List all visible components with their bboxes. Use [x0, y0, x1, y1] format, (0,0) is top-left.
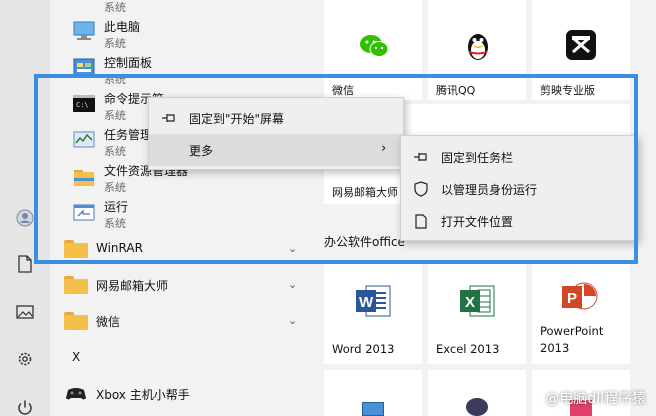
folder-icon [64, 276, 88, 294]
menu-item-run-as-admin[interactable]: 以管理员身份运行 [401, 173, 637, 205]
context-menu: 固定到"开始"屏幕 更多 › [148, 97, 404, 170]
tile-label: Word 2013 [332, 342, 395, 356]
svg-text:C:\: C:\ [76, 101, 89, 109]
qq-penguin-icon [468, 34, 488, 60]
excel-icon: X [460, 285, 495, 317]
run-dialog-icon [72, 202, 96, 224]
folder-name: 网易邮箱大师 [96, 279, 169, 293]
wechat-icon [360, 35, 389, 57]
app-subtitle: 系统 [104, 181, 126, 194]
document-icon [401, 213, 441, 229]
app-name: 运行 [104, 200, 129, 214]
tile-excel[interactable]: X Excel 2013 [428, 264, 526, 364]
menu-item-pin-to-start[interactable]: 固定到"开始"屏幕 [149, 102, 403, 134]
pin-icon [149, 112, 189, 124]
terminal-icon: C:\ [72, 93, 96, 115]
tile-label: Excel 2013 [436, 342, 500, 356]
menu-item-more[interactable]: 更多 › [149, 134, 403, 166]
list-item-mailmaster-folder[interactable]: 网易邮箱大师 ⌄ [50, 272, 312, 300]
power-icon[interactable] [13, 396, 37, 416]
tile-word[interactable]: W Word 2013 [324, 264, 422, 364]
app-subtitle: 系统 [104, 73, 126, 86]
app-subtitle: 系统 [104, 1, 126, 14]
menu-item-label: 以管理员身份运行 [441, 182, 538, 197]
folder-icon [64, 312, 88, 330]
menu-item-pin-to-taskbar[interactable]: 固定到任务栏 [401, 141, 637, 173]
tile-label: PowerPoint [540, 324, 604, 338]
tile-qq[interactable]: 腾讯QQ [428, 0, 526, 100]
list-item[interactable]: 系统 [50, 0, 312, 14]
tile-app-icon [466, 398, 488, 416]
app-subtitle: 系统 [104, 37, 126, 50]
folder-name: 微信 [96, 315, 121, 329]
folder-name: WinRAR [96, 241, 143, 255]
list-item-wechat-folder[interactable]: 微信 ⌄ [50, 308, 312, 336]
file-explorer-icon [72, 166, 96, 188]
computer-icon [72, 20, 96, 42]
tile-label: 微信 [332, 84, 354, 97]
list-group-header[interactable]: X [50, 344, 312, 372]
tile-label: 腾讯QQ [436, 84, 476, 97]
svg-text:W: W [359, 294, 374, 311]
tile-powerpoint[interactable]: P PowerPoint 2013 [532, 264, 630, 364]
app-list: 系统 此电脑 系统 控制面板 系统 C:\ 命令提示符 系统 任务管理器 系统 … [50, 0, 312, 416]
tile-group-title: 办公软件office [324, 235, 405, 249]
pictures-icon[interactable] [13, 300, 37, 324]
menu-item-label: 固定到任务栏 [441, 150, 514, 165]
submenu-more: 固定到任务栏 以管理员身份运行 打开文件位置 [400, 135, 638, 241]
menu-item-label: 打开文件位置 [441, 214, 514, 229]
tile-app-icon [362, 402, 384, 416]
word-icon: W [356, 285, 391, 317]
menu-item-label: 更多 [189, 143, 214, 158]
jianying-icon [566, 30, 596, 60]
chevron-right-icon: › [381, 141, 387, 156]
document-icon[interactable] [13, 252, 37, 276]
tile-partial[interactable] [324, 370, 422, 416]
shield-icon [401, 181, 441, 197]
list-item-this-pc[interactable]: 此电脑 系统 [50, 16, 312, 52]
task-manager-icon [72, 129, 96, 151]
list-item-winrar-folder[interactable]: WinRAR ⌄ [50, 236, 312, 264]
pin-icon [401, 151, 441, 163]
chevron-down-icon[interactable]: ⌄ [288, 278, 297, 291]
tile-partial[interactable] [428, 370, 526, 416]
user-avatar-icon[interactable] [13, 206, 37, 230]
app-name: Xbox 主机小帮手 [96, 388, 190, 402]
xbox-controller-icon [64, 384, 88, 406]
app-subtitle: 系统 [104, 109, 126, 122]
list-item-run[interactable]: 运行 系统 [50, 196, 312, 232]
list-item-xbox[interactable]: Xbox 主机小帮手 [50, 380, 312, 408]
list-item-control-panel[interactable]: 控制面板 系统 [50, 52, 312, 88]
tile-label: 网易邮箱大师 [332, 186, 398, 199]
powerpoint-icon: P [562, 282, 598, 310]
app-name: 此电脑 [104, 20, 141, 34]
app-subtitle: 系统 [104, 145, 126, 158]
svg-text:X: X [465, 294, 475, 311]
start-rail [0, 0, 50, 416]
folder-icon [64, 240, 88, 258]
control-panel-icon [72, 57, 96, 79]
watermark: @电脑dll程序猿 [545, 391, 646, 407]
settings-gear-icon[interactable] [13, 347, 37, 371]
app-name: 控制面板 [104, 56, 153, 70]
tile-label: 剪映专业版 [540, 84, 595, 97]
tile-label: 2013 [540, 341, 570, 355]
tile-jianying[interactable]: 剪映专业版 [532, 0, 630, 100]
svg-text:P: P [567, 290, 577, 307]
app-subtitle: 系统 [104, 217, 126, 230]
tile-wechat[interactable]: 微信 [324, 0, 422, 100]
menu-item-label: 固定到"开始"屏幕 [189, 111, 285, 126]
menu-item-open-file-location[interactable]: 打开文件位置 [401, 205, 637, 237]
chevron-down-icon[interactable]: ⌄ [288, 314, 297, 327]
chevron-down-icon[interactable]: ⌄ [288, 242, 297, 255]
group-letter: X [72, 350, 81, 364]
